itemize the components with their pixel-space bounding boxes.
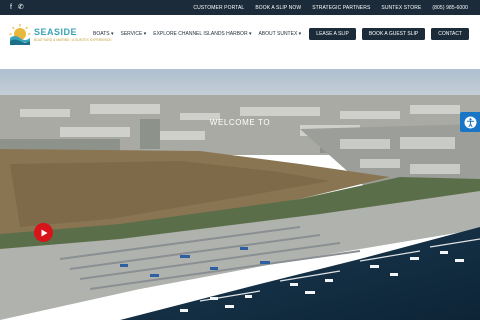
- lease-a-slip-button[interactable]: LEASE A SLIP: [309, 28, 356, 40]
- aerial-harbor-image: [0, 69, 480, 320]
- hero-section: WELCOME TO: [0, 69, 480, 320]
- social-links: f ✆: [10, 2, 24, 13]
- sun-wave-logo-icon: [9, 24, 31, 45]
- seaside-logo[interactable]: SEASIDE BOATYARD & MARINE / A SUNTEX EXP…: [8, 21, 112, 63]
- customer-portal-link[interactable]: CUSTOMER PORTAL: [193, 5, 244, 11]
- menu-about-suntex[interactable]: ABOUT SUNTEX ▾: [258, 31, 301, 37]
- book-slip-now-link[interactable]: BOOK A SLIP NOW: [255, 5, 301, 11]
- logo-wordmark: SEASIDE: [34, 27, 78, 37]
- menu-explore-channel-islands-harbor[interactable]: EXPLORE CHANNEL ISLANDS HARBOR ▾: [153, 31, 251, 37]
- video-play-button[interactable]: [34, 223, 53, 242]
- accessibility-button[interactable]: [460, 112, 480, 132]
- facebook-icon[interactable]: f: [10, 2, 12, 13]
- chevron-down-icon: ▾: [110, 31, 114, 37]
- phone-icon[interactable]: ✆: [18, 2, 24, 13]
- menu-boats[interactable]: BOATS ▾: [93, 31, 113, 37]
- logo-tagline: BOATYARD & MARINE / A SUNTEX EXPERIENCE: [34, 38, 112, 42]
- chevron-down-icon: ▾: [248, 31, 252, 37]
- book-a-guest-slip-button[interactable]: BOOK A GUEST SLIP: [361, 28, 426, 40]
- top-utility-bar: f ✆ CUSTOMER PORTAL BOOK A SLIP NOW STRA…: [0, 0, 480, 15]
- main-navigation: SEASIDE BOATYARD & MARINE / A SUNTEX EXP…: [0, 15, 480, 69]
- cta-buttons: LEASE A SLIP BOOK A GUEST SLIP CONTACT: [309, 28, 469, 40]
- utility-links: CUSTOMER PORTAL BOOK A SLIP NOW STRATEGI…: [182, 0, 468, 15]
- phone-number-link[interactable]: (805) 985-6000: [432, 5, 468, 11]
- chevron-down-icon: ▾: [298, 31, 302, 37]
- play-icon: [41, 229, 47, 236]
- menu-service[interactable]: SERVICE ▾: [120, 31, 146, 37]
- hero-heading: WELCOME TO: [209, 118, 271, 127]
- contact-button[interactable]: CONTACT: [431, 28, 469, 40]
- primary-menu: BOATS ▾ SERVICE ▾ EXPLORE CHANNEL ISLAND…: [93, 31, 308, 37]
- suntex-store-link[interactable]: SUNTEX STORE: [381, 5, 421, 11]
- strategic-partners-link[interactable]: STRATEGIC PARTNERS: [312, 5, 370, 11]
- accessibility-icon: [464, 116, 476, 128]
- chevron-down-icon: ▾: [143, 31, 147, 37]
